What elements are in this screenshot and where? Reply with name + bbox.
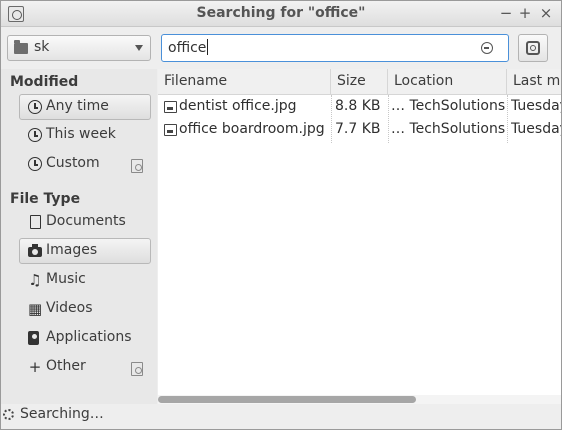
column-header-location[interactable]: Location: [388, 69, 507, 95]
search-options-button[interactable]: [518, 34, 548, 62]
sidebar-item-label: Music: [46, 271, 86, 287]
camera-icon: [28, 244, 42, 257]
table-row[interactable]: dentist office.jpg 8.8 KB … TechSolution…: [158, 96, 561, 119]
sidebar-item-label: This week: [46, 126, 116, 142]
folder-label: sk: [34, 39, 50, 55]
close-button[interactable]: ×: [537, 4, 555, 22]
sidebar-item-any-time[interactable]: Any time: [19, 94, 151, 120]
folder-icon: [14, 40, 28, 54]
sidebar-item-applications[interactable]: Applications: [19, 325, 151, 351]
search-input[interactable]: office: [161, 34, 509, 62]
filter-sidebar: Modified Any time This week Custom File …: [1, 69, 157, 404]
sidebar-item-music[interactable]: ♫ Music: [19, 267, 151, 293]
document-icon: [30, 215, 41, 229]
cell-location: … TechSolutions: [391, 121, 505, 137]
cell-last-modified: Tuesday: [511, 98, 561, 114]
table-row[interactable]: office boardroom.jpg 7.7 KB … TechSoluti…: [158, 119, 561, 142]
title-bar[interactable]: Searching for "office" − + ×: [1, 1, 561, 27]
cell-last-modified: Tuesday: [511, 121, 561, 137]
folder-select[interactable]: sk: [7, 35, 151, 61]
search-window: Searching for "office" − + × sk office M…: [0, 0, 562, 430]
remove-filter-icon[interactable]: [131, 159, 143, 173]
chevron-down-icon: [135, 45, 143, 51]
gear-icon: [526, 41, 540, 55]
sidebar-item-label: Videos: [46, 300, 93, 316]
file-type-header: File Type: [10, 191, 81, 207]
cell-filename: dentist office.jpg: [179, 98, 297, 114]
results-table: Filename Size Location Last mo dentist o…: [158, 69, 561, 404]
column-header-filename[interactable]: Filename: [158, 69, 331, 95]
sidebar-item-label: Other: [46, 358, 86, 374]
spinner-icon: [3, 409, 14, 420]
image-file-icon: [164, 124, 177, 136]
scrollbar-thumb[interactable]: [158, 396, 416, 403]
clock-icon: [28, 100, 42, 114]
status-bar: Searching…: [1, 404, 561, 429]
remove-filter-icon[interactable]: [131, 362, 143, 376]
clock-icon: [28, 128, 42, 142]
minimize-button[interactable]: −: [497, 4, 515, 22]
cell-size: 8.8 KB: [335, 98, 381, 114]
column-header-last-modified[interactable]: Last mo: [507, 69, 561, 95]
search-input-value: office: [168, 40, 207, 56]
sidebar-item-documents[interactable]: Documents: [19, 209, 151, 235]
cell-filename: office boardroom.jpg: [179, 121, 325, 137]
film-icon: ▦: [28, 300, 43, 318]
clear-icon[interactable]: [481, 42, 493, 54]
sidebar-item-label: Custom: [46, 155, 100, 171]
sidebar-item-label: Documents: [46, 213, 126, 229]
horizontal-scrollbar[interactable]: [158, 395, 561, 404]
column-header-size[interactable]: Size: [331, 69, 388, 95]
sidebar-item-label: Any time: [46, 98, 109, 114]
cell-size: 7.7 KB: [335, 121, 381, 137]
sidebar-item-images[interactable]: Images: [19, 238, 151, 264]
modified-header: Modified: [10, 74, 79, 90]
plus-icon: +: [28, 358, 42, 376]
sidebar-item-this-week[interactable]: This week: [19, 122, 151, 148]
sidebar-item-videos[interactable]: ▦ Videos: [19, 296, 151, 322]
music-note-icon: ♫: [28, 271, 42, 289]
window-title: Searching for "office": [196, 5, 366, 21]
text-caret: [207, 39, 209, 55]
sidebar-item-label: Images: [46, 242, 98, 258]
maximize-button[interactable]: +: [516, 4, 534, 22]
status-text: Searching…: [20, 406, 104, 422]
application-icon: [28, 331, 39, 345]
image-file-icon: [164, 101, 177, 113]
sidebar-item-label: Applications: [46, 329, 132, 345]
clock-icon: [28, 157, 42, 171]
cell-location: … TechSolutions: [391, 98, 505, 114]
